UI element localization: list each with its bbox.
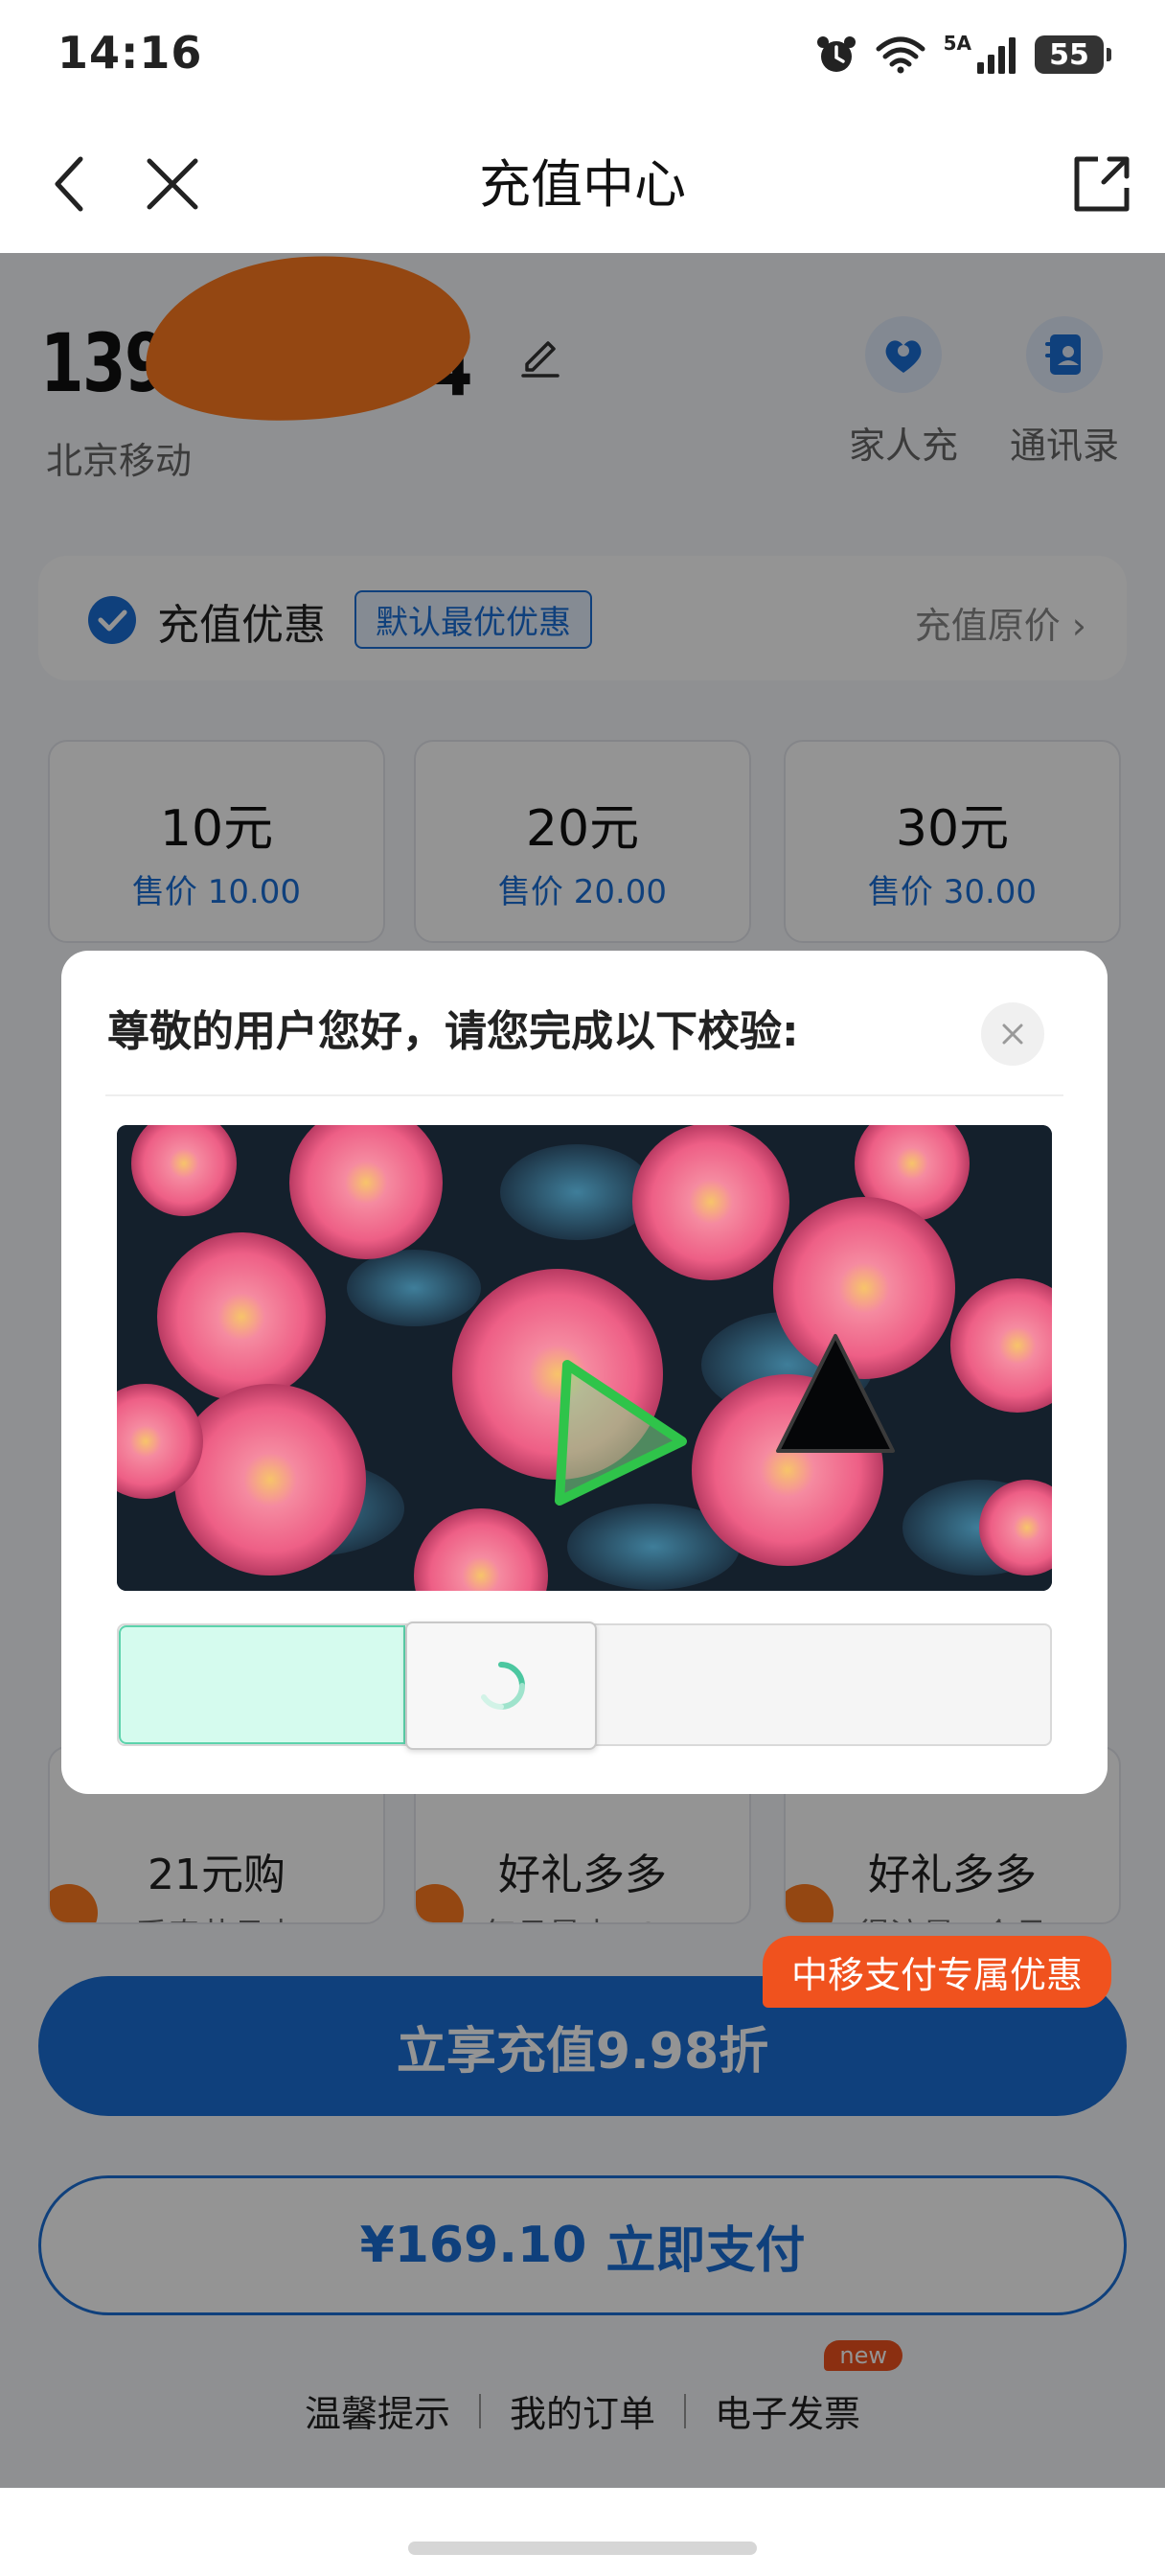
close-icon [1002, 1024, 1023, 1045]
slider-progress-fill [119, 1625, 405, 1744]
verification-dialog: 尊敬的用户您好，请您完成以下校验: [61, 951, 1108, 1794]
gesture-bar-area [0, 2488, 1165, 2576]
captcha-slider-handle[interactable] [405, 1622, 597, 1750]
pay-promo-tag: 中移支付专属优惠 [762, 1936, 1111, 2008]
page-title: 充值中心 [479, 154, 686, 215]
signal-icon [977, 37, 1016, 74]
dialog-title: 尊敬的用户您好，请您完成以下校验: [107, 1007, 799, 1056]
wifi-icon [876, 36, 925, 74]
network-type: 5A [943, 32, 971, 55]
captcha-picture [117, 1125, 1052, 1591]
dialog-close-button[interactable] [981, 1002, 1044, 1066]
dialog-divider [105, 1094, 1063, 1096]
loading-spinner-icon [481, 1662, 525, 1710]
battery-icon: 55 [1035, 35, 1111, 74]
title-bar: 充值中心 [0, 113, 1165, 253]
status-icons: 5A 55 [815, 32, 1111, 77]
share-icon[interactable] [1065, 148, 1138, 220]
captcha-slider-track[interactable] [117, 1622, 1052, 1750]
alarm-icon [816, 36, 856, 72]
captcha-image [117, 1125, 1052, 1591]
status-bar: 14:16 5A 55 [0, 0, 1165, 113]
status-time: 14:16 [57, 27, 203, 79]
home-indicator[interactable] [408, 2542, 757, 2555]
